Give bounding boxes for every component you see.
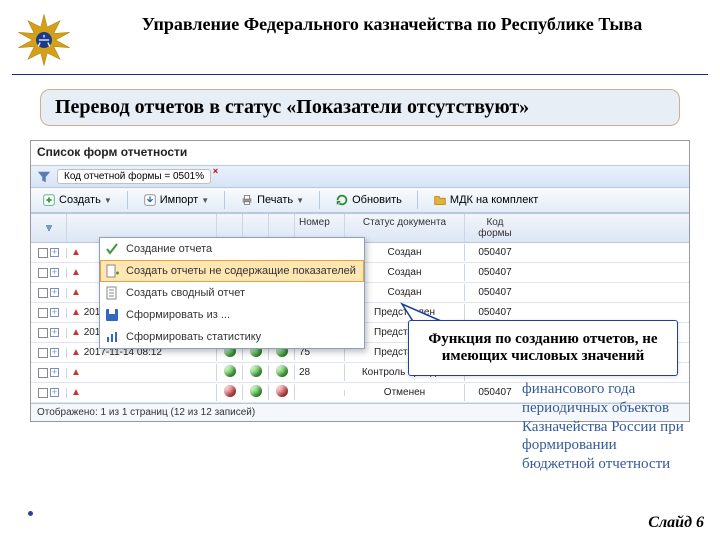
warn-icon: ▲	[71, 327, 81, 338]
warn-icon: ▲	[71, 247, 81, 258]
status-dot	[276, 365, 288, 377]
menu-item-form-from[interactable]: Сформировать из ...	[100, 304, 364, 326]
import-button[interactable]: Импорт ▼	[138, 191, 214, 209]
checkbox[interactable]	[38, 348, 48, 358]
toolbar: Создать ▼ Импорт ▼ Печать ▼ Обновить МДК…	[31, 188, 689, 213]
create-button[interactable]: Создать ▼	[37, 191, 117, 209]
menu-item-create-report[interactable]: Создание отчета	[100, 238, 364, 260]
refresh-button[interactable]: Обновить	[330, 191, 407, 209]
stats-icon	[104, 329, 120, 345]
print-icon	[240, 193, 254, 207]
warn-icon: ▲	[71, 387, 81, 398]
divider	[12, 74, 708, 75]
warn-icon: ▲	[71, 347, 81, 358]
import-icon	[143, 193, 157, 207]
create-menu: Создание отчета Создать отчеты не содерж…	[99, 237, 365, 349]
checkbox[interactable]	[38, 368, 48, 378]
warn-icon: ▲	[71, 287, 81, 298]
menu-item-create-empty[interactable]: Создать отчеты не содержащие показателей	[100, 260, 364, 282]
disk-icon	[104, 307, 120, 323]
cell-code: 050407	[465, 244, 525, 261]
doc-icon	[104, 285, 120, 301]
status-dot	[224, 365, 236, 377]
chevron-down-icon: ▼	[296, 196, 304, 205]
filter-chip[interactable]: Код отчетной формы = 0501% ×	[57, 169, 211, 184]
checkbox[interactable]	[38, 248, 48, 258]
funnel-icon[interactable]	[37, 170, 51, 184]
slide-number: Слайд 6	[648, 514, 704, 532]
refresh-icon	[335, 193, 349, 207]
col-code[interactable]: Код формы	[465, 214, 525, 242]
mdk-label: МДК на комплект	[450, 194, 538, 206]
checkbox[interactable]	[38, 268, 48, 278]
checkbox[interactable]	[38, 288, 48, 298]
expand-icon[interactable]: +	[50, 268, 59, 277]
status-dot	[224, 385, 236, 397]
plus-icon	[42, 193, 56, 207]
check-icon	[104, 241, 120, 257]
checkbox[interactable]	[38, 308, 48, 318]
side-text: финансового года периодичных объектов Ка…	[522, 380, 692, 474]
doc-plus-icon	[104, 263, 120, 279]
warn-icon: ▲	[71, 307, 81, 318]
list-caption: Список форм отчетности	[31, 141, 689, 165]
chevron-down-icon: ▼	[201, 196, 209, 205]
close-icon[interactable]: ×	[213, 166, 218, 176]
cell-num: 28	[295, 364, 345, 381]
warn-icon: ▲	[71, 367, 81, 378]
menu-label: Сформировать из ...	[126, 309, 230, 321]
print-button[interactable]: Печать ▼	[235, 191, 309, 209]
menu-item-form-stats[interactable]: Сформировать статистику	[100, 326, 364, 348]
status-dot	[250, 385, 262, 397]
cell-code: 050407	[465, 384, 525, 401]
cell-status: Отменен	[345, 384, 465, 401]
cell-num	[295, 390, 345, 396]
chevron-down-icon: ▼	[104, 196, 112, 205]
callout-box: Функция по созданию отчетов, не имеющих …	[408, 320, 678, 376]
refresh-label: Обновить	[352, 194, 402, 206]
expand-icon[interactable]: +	[50, 328, 59, 337]
create-label: Создать	[59, 194, 101, 206]
slide-title: Перевод отчетов в статус «Показатели отс…	[40, 89, 680, 126]
menu-item-create-summary[interactable]: Создать сводный отчет	[100, 282, 364, 304]
menu-label: Создание отчета	[126, 243, 212, 255]
folder-icon	[433, 193, 447, 207]
expand-icon[interactable]: +	[50, 308, 59, 317]
cell-code: 050407	[465, 264, 525, 281]
expand-icon[interactable]: +	[50, 348, 59, 357]
filter-bar: Код отчетной формы = 0501% ×	[31, 165, 689, 188]
cell-code: 050407	[465, 284, 525, 301]
expand-icon[interactable]: +	[50, 388, 59, 397]
import-label: Импорт	[160, 194, 198, 206]
menu-label: Создать сводный отчет	[126, 287, 245, 299]
sort-icon[interactable]	[31, 214, 67, 242]
status-dot	[250, 365, 262, 377]
menu-label: Сформировать статистику	[126, 331, 261, 343]
expand-icon[interactable]: +	[50, 288, 59, 297]
expand-icon[interactable]: +	[50, 248, 59, 257]
checkbox[interactable]	[38, 388, 48, 398]
emblem	[12, 8, 76, 72]
org-title: Управление Федерального казначейства по …	[76, 8, 708, 35]
mdk-button[interactable]: МДК на комплект	[428, 191, 543, 209]
print-label: Печать	[257, 194, 293, 206]
cell-code: 050407	[465, 304, 525, 321]
bullet	[28, 511, 33, 516]
filter-text: Код отчетной формы = 0501%	[64, 171, 204, 182]
warn-icon: ▲	[71, 267, 81, 278]
status-dot	[276, 385, 288, 397]
expand-icon[interactable]: +	[50, 368, 59, 377]
menu-label: Создать отчеты не содержащие показателей	[126, 265, 356, 277]
checkbox[interactable]	[38, 328, 48, 338]
